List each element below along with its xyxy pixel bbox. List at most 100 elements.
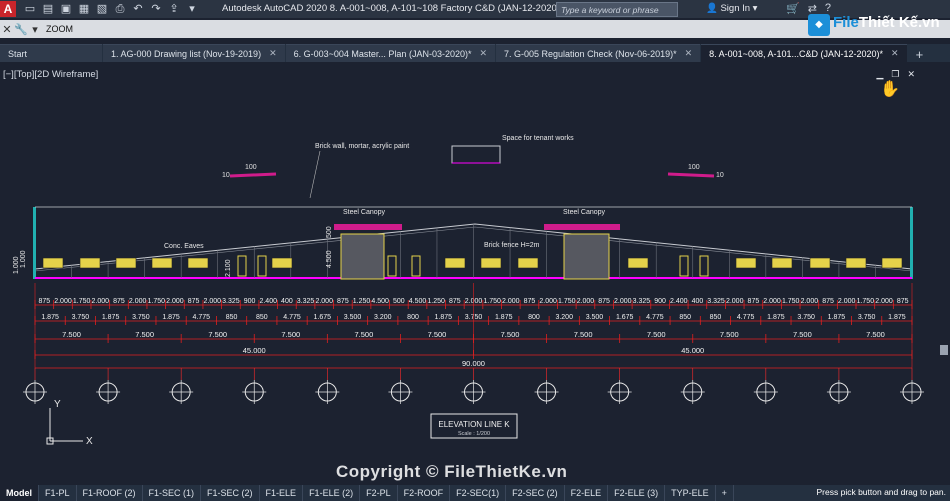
layout-tab[interactable]: F1-ELE (2) [303, 485, 361, 501]
dimension-label: 7.500 [281, 330, 300, 339]
left-gate [340, 233, 385, 280]
status-prompt: Press pick button and drag to pan. [816, 487, 946, 497]
dimension-label: 7.500 [647, 330, 666, 339]
dimension-label: 400 [692, 298, 704, 305]
tab-factory-drawing[interactable]: 8. A-001~008, A-101...C&D (JAN-12-2020)*… [701, 44, 907, 62]
undo-icon[interactable]: ↶ [132, 3, 144, 15]
dimension-label: 2.000 [577, 298, 595, 305]
tab-label: 8. A-001~008, A-101...C&D (JAN-12-2020)* [709, 48, 884, 59]
layout-tab[interactable]: F2-ROOF [398, 485, 451, 501]
save-icon[interactable]: ▣ [60, 3, 72, 15]
dimension-label: 1.875 [767, 314, 785, 321]
dimension-label: 1.875 [434, 314, 452, 321]
right-canopy [544, 224, 620, 230]
layout-tab[interactable]: F2-SEC(1) [450, 485, 507, 501]
drawing-viewport[interactable]: [−][Top][2D Wireframe] ▁ ❐ ✕ ✋ 100 10 10… [0, 63, 950, 484]
dimension-label: 4.775 [646, 314, 664, 321]
brand-file-text: File [833, 14, 859, 31]
dimension-label: 3.750 [132, 314, 150, 321]
dimension-label: 850 [256, 314, 268, 321]
dimension-label: 3.750 [797, 314, 815, 321]
dimension-label: 2.000 [502, 298, 520, 305]
dimension-label: 1.875 [828, 314, 846, 321]
close-tab-icon[interactable]: ✕ [479, 48, 487, 59]
dimension-label: 1.750 [148, 298, 166, 305]
dimension-label: 7.500 [574, 330, 593, 339]
dimension-label: 45.000 [681, 346, 704, 355]
door [411, 255, 421, 277]
search-box [556, 2, 678, 17]
cart-icon[interactable]: 🛒 [786, 2, 800, 15]
web-mobile-icon[interactable]: ▧ [96, 3, 108, 15]
window [627, 257, 649, 269]
layout-tab[interactable]: F2-ELE (3) [608, 485, 666, 501]
dimension-label: 800 [528, 314, 540, 321]
layout-tab[interactable]: F1-SEC (2) [201, 485, 260, 501]
dimension-label: 875 [337, 298, 349, 305]
door [679, 255, 689, 277]
dimension-label: 4.500 [371, 298, 389, 305]
height-1: 1.000 [13, 256, 20, 274]
scroll-thumb[interactable] [940, 345, 948, 355]
command-dropdown-icon[interactable]: ▾ [28, 23, 42, 36]
slope-left-marker [229, 172, 277, 178]
dimension-label: 875 [38, 298, 50, 305]
dimension-label: 900 [654, 298, 666, 305]
dimension-label: 4.500 [409, 298, 427, 305]
open-file-icon[interactable]: ▤ [42, 3, 54, 15]
vertical-scroll[interactable] [940, 103, 948, 483]
layout-tab[interactable]: F2-SEC (2) [506, 485, 565, 501]
quick-access-toolbar: ▭ ▤ ▣ ▦ ▧ ⎙ ↶ ↷ ⇪ ▾ [20, 3, 198, 15]
close-tab-icon[interactable]: ✕ [685, 48, 693, 59]
tab-drawing-list[interactable]: 1. AG-000 Drawing list (Nov-19-2019) ✕ [103, 44, 285, 62]
layout-tab[interactable]: TYP-ELE [665, 485, 716, 501]
redo-icon[interactable]: ↷ [150, 3, 162, 15]
workspace-dropdown-icon[interactable]: ▾ [186, 3, 198, 15]
save-as-icon[interactable]: ▦ [78, 3, 90, 15]
dimension-label: 800 [407, 314, 419, 321]
share-icon[interactable]: ⇪ [168, 3, 180, 15]
dimension-label: 1.675 [616, 314, 634, 321]
canopy-right-note: Steel Canopy [563, 209, 606, 216]
new-tab-icon[interactable]: + [916, 47, 924, 62]
slope-right-top: 100 [688, 164, 700, 171]
close-tab-icon[interactable]: ✕ [891, 48, 899, 59]
window [881, 257, 903, 269]
dimension-label: 875 [598, 298, 610, 305]
dimension-label: 3.200 [374, 314, 392, 321]
layout-tab[interactable]: F1-ROOF (2) [77, 485, 143, 501]
layout-tab[interactable]: F1-SEC (1) [143, 485, 202, 501]
layout-tab[interactable]: F1-ELE [260, 485, 304, 501]
add-layout-icon[interactable]: + [716, 485, 734, 501]
tab-master-plan[interactable]: 6. G-003~004 Master... Plan (JAN-03-2020… [285, 44, 496, 62]
height-2: 1.000 [20, 250, 27, 268]
layout-tab[interactable]: F1-PL [39, 485, 77, 501]
search-input[interactable] [557, 3, 675, 16]
elevation-title: ELEVATION LINE K [438, 420, 510, 429]
brand-rest-text: Thiết Kế.vn [858, 14, 940, 31]
height-3: 2.100 [225, 259, 232, 277]
window [845, 257, 867, 269]
dimension-label: 850 [710, 314, 722, 321]
dimension-label: 1.750 [73, 298, 91, 305]
command-text[interactable]: ZOOM [46, 24, 73, 34]
dimension-label: 7.500 [208, 330, 227, 339]
slope-left-side: 10 [222, 172, 230, 179]
layout-tab[interactable]: F2-PL [360, 485, 398, 501]
close-command-icon[interactable]: ✕ [0, 23, 14, 36]
close-tab-icon[interactable]: ✕ [269, 48, 277, 59]
tab-start[interactable]: Start [0, 44, 102, 62]
print-icon[interactable]: ⎙ [114, 3, 126, 15]
autocad-logo[interactable]: A [0, 1, 16, 17]
sign-in-button[interactable]: 👤 Sign In ▾ [706, 3, 757, 14]
dimension-label: 1.750 [857, 298, 875, 305]
sign-in-label: Sign In [720, 3, 751, 14]
tab-regulation-check[interactable]: 7. G-005 Regulation Check (Nov-06-2019)*… [496, 44, 701, 62]
layout-tab[interactable]: F2-ELE [565, 485, 609, 501]
door [257, 255, 267, 277]
new-file-icon[interactable]: ▭ [24, 3, 36, 15]
wrench-icon[interactable]: 🔧 [14, 23, 28, 36]
slope-left-top: 100 [245, 164, 257, 171]
layout-tab[interactable]: Model [0, 485, 39, 501]
dimension-label: 1.875 [102, 314, 120, 321]
